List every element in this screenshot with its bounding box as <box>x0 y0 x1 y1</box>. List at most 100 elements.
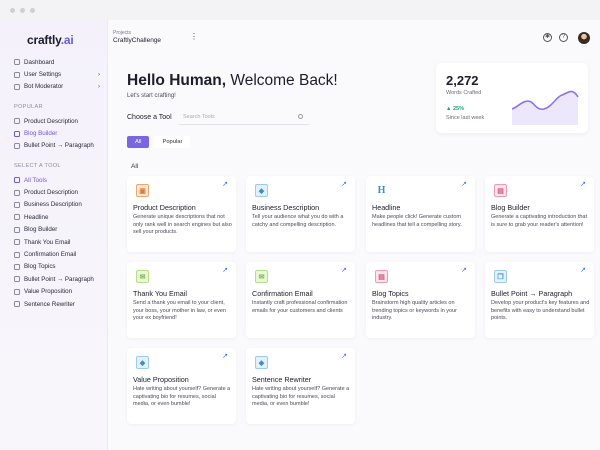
card-description: Hate writing about yourself? Generate a … <box>252 386 350 408</box>
card-title: Sentence Rewriter <box>252 375 312 384</box>
window-maximize-dot[interactable] <box>30 7 35 13</box>
open-arrow-icon[interactable]: ↗ <box>461 180 467 188</box>
sidebar-item-label: Bullet Point → Paragraph <box>24 275 94 283</box>
diamond-icon <box>14 201 20 208</box>
mail-icon <box>14 239 20 246</box>
gear-icon[interactable]: ✱ <box>543 33 552 42</box>
sidebar-item-bullet-point[interactable]: Bullet Point → Paragraph <box>0 273 108 285</box>
sidebar-item-blog-builder[interactable]: Blog Builder <box>0 127 108 139</box>
blog-topics-icon: ▤ <box>375 270 388 283</box>
chat-icon <box>14 276 20 283</box>
sidebar: craftly.ai Dashboard User Settings › Bot … <box>0 20 108 450</box>
image-icon <box>14 189 20 196</box>
sidebar-item-label: Sentence Rewriter <box>24 300 75 308</box>
sidebar-item-label: Bullet Point → Paragraph <box>24 142 94 150</box>
sidebar-item-label: Product Description <box>24 117 78 125</box>
card-title: Business Description <box>252 203 320 212</box>
tool-card-thank-you-email[interactable]: ✉ ↗ Thank You Email Send a thank you ema… <box>127 262 236 338</box>
tool-card-blog-topics[interactable]: ▤ ↗ Blog Topics Brainstorm high quality … <box>366 262 475 338</box>
words-crafted-card: 2,272 Words Crafted ▲ 25% Since last wee… <box>436 63 588 133</box>
popular-nav: Product Description Blog Builder Bullet … <box>0 115 108 152</box>
sidebar-item-label: Business Description <box>24 201 82 209</box>
tool-card-value-proposition[interactable]: ◆ ↗ Value Proposition Hate writing about… <box>127 348 236 424</box>
sidebar-item-business-description[interactable]: Business Description <box>0 199 108 211</box>
sidebar-item-dashboard[interactable]: Dashboard <box>0 56 108 68</box>
tool-card-sentence-rewriter[interactable]: ◆ ↗ Sentence Rewriter Hate writing about… <box>246 348 355 424</box>
window-close-dot[interactable] <box>10 7 15 13</box>
window-minimize-dot[interactable] <box>20 7 25 13</box>
sidebar-item-label: Blog Topics <box>24 263 56 271</box>
card-title: Bullet Point → Paragraph <box>491 289 573 298</box>
sidebar-item-product-description[interactable]: Product Description <box>0 186 108 198</box>
search-placeholder: Search Tools <box>183 114 215 120</box>
blog-icon: ▤ <box>494 184 507 197</box>
sidebar-item-label: Headline <box>24 213 49 221</box>
open-arrow-icon[interactable]: ↗ <box>461 266 467 274</box>
sidebar-item-thank-you-email[interactable]: Thank You Email <box>0 236 108 248</box>
sidebar-item-value-proposition[interactable]: Value Proposition <box>0 286 108 298</box>
blog-topics-icon <box>14 263 20 270</box>
sidebar-item-bot-moderator[interactable]: Bot Moderator › <box>0 81 108 93</box>
diamond-icon: ◆ <box>255 184 268 197</box>
grid-icon <box>14 177 20 184</box>
card-description: Tell your audience what you do with a ca… <box>252 214 344 228</box>
card-title: Headline <box>372 203 401 212</box>
sidebar-item-label: Bot Moderator <box>24 83 64 91</box>
search-icon[interactable] <box>298 114 303 119</box>
tool-card-bullet-point[interactable]: ❐ ↗ Bullet Point → Paragraph Develop you… <box>485 262 594 338</box>
mail-icon: ✉ <box>136 270 149 283</box>
help-icon[interactable]: ? <box>559 33 568 42</box>
open-arrow-icon[interactable]: ↗ <box>222 180 228 188</box>
card-description: Make people click! Generate custom headl… <box>372 214 462 228</box>
chevron-right-icon: › <box>98 71 100 78</box>
image-icon <box>14 118 20 125</box>
open-arrow-icon[interactable]: ↗ <box>222 266 228 274</box>
image-icon: ▣ <box>136 184 149 197</box>
open-arrow-icon[interactable]: ↗ <box>341 180 347 188</box>
tools-nav: All Tools Product Description Business D… <box>0 174 108 310</box>
tool-card-business-description[interactable]: ◆ ↗ Business Description Tell your audie… <box>246 176 355 252</box>
sidebar-item-blog-topics[interactable]: Blog Topics <box>0 261 108 273</box>
filter-popular-button[interactable]: Popular <box>154 136 191 148</box>
sidebar-item-bullet-point[interactable]: Bullet Point → Paragraph <box>0 140 108 152</box>
user-avatar[interactable] <box>578 32 590 44</box>
sidebar-item-label: Dashboard <box>24 58 55 66</box>
card-title: Value Proposition <box>133 375 189 384</box>
sidebar-item-product-description[interactable]: Product Description <box>0 115 108 127</box>
filter-all-button[interactable]: All <box>127 136 150 148</box>
open-arrow-icon[interactable]: ↗ <box>341 352 347 360</box>
dashboard-icon <box>14 59 20 66</box>
open-arrow-icon[interactable]: ↗ <box>580 266 586 274</box>
card-title: Thank You Email <box>133 289 187 298</box>
project-more-icon[interactable]: ⋮ <box>190 32 198 41</box>
sidebar-item-blog-builder[interactable]: Blog Builder <box>0 224 108 236</box>
sidebar-item-all-tools[interactable]: All Tools <box>0 174 108 186</box>
sidebar-item-user-settings[interactable]: User Settings › <box>0 68 108 80</box>
project-selector[interactable]: CraftlyChallenge <box>113 37 161 44</box>
craftly-logo[interactable]: craftly.ai <box>27 33 74 47</box>
open-arrow-icon[interactable]: ↗ <box>580 180 586 188</box>
sidebar-item-label: Thank You Email <box>24 238 71 246</box>
sidebar-item-label: User Settings <box>24 71 62 79</box>
tool-card-blog-builder[interactable]: ▤ ↗ Blog Builder Generate a captivating … <box>485 176 594 252</box>
tool-card-headline[interactable]: H ↗ Headline Make people click! Generate… <box>366 176 475 252</box>
mail-check-icon <box>14 251 20 258</box>
sidebar-item-label: All Tools <box>24 176 47 184</box>
card-description: Generate a captivating introduction that… <box>491 214 588 228</box>
tool-card-confirmation-email[interactable]: ✉ ↗ Confirmation Email Instantly craft p… <box>246 262 355 338</box>
open-arrow-icon[interactable]: ↗ <box>222 352 228 360</box>
search-tools-input[interactable]: Search Tools <box>179 112 309 125</box>
sidebar-item-sentence-rewriter[interactable]: Sentence Rewriter <box>0 298 108 310</box>
sidebar-item-headline[interactable]: Headline <box>0 211 108 223</box>
open-arrow-icon[interactable]: ↗ <box>341 266 347 274</box>
chevron-right-icon: › <box>98 83 100 90</box>
sidebar-item-label: Product Description <box>24 189 78 197</box>
sidebar-item-label: Confirmation Email <box>24 251 77 259</box>
card-description: Send a thank you email to your client, y… <box>133 300 226 322</box>
sidebar-item-label: Value Proposition <box>24 288 73 296</box>
blog-icon <box>14 130 20 137</box>
since-label: Since last week <box>446 115 485 121</box>
tool-card-product-description[interactable]: ▣ ↗ Product Description Generate unique … <box>127 176 236 252</box>
card-title: Blog Builder <box>491 203 530 212</box>
sidebar-item-confirmation-email[interactable]: Confirmation Email <box>0 248 108 260</box>
